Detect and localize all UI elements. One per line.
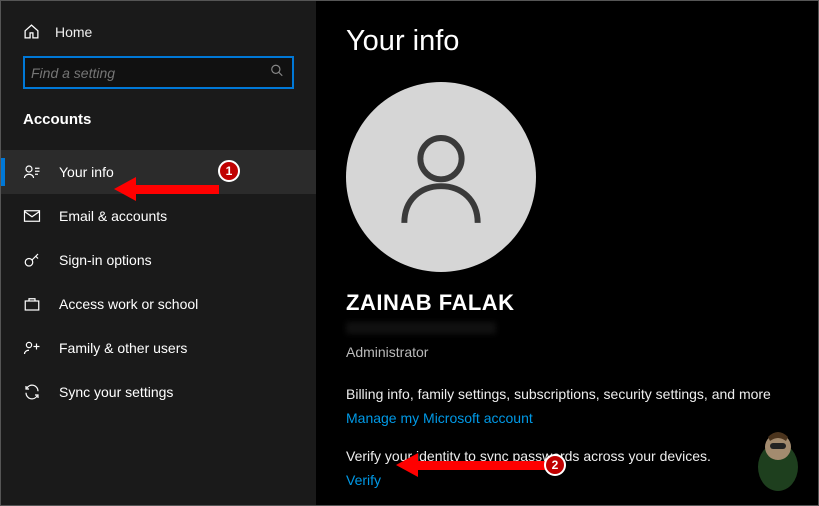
home-label: Home [55, 24, 92, 40]
user-role: Administrator [346, 344, 788, 360]
manage-account-link[interactable]: Manage my Microsoft account [346, 410, 533, 426]
sidebar-item-sync[interactable]: Sync your settings [1, 370, 316, 414]
verify-description: Verify your identity to sync passwords a… [346, 448, 788, 464]
main-content: Your info ZAINAB FALAK Administrator Bil… [316, 1, 818, 505]
sidebar-item-label: Access work or school [59, 296, 198, 312]
mascot-watermark [748, 425, 808, 495]
sidebar-item-label: Your info [59, 164, 114, 180]
email-blurred [346, 322, 496, 334]
sidebar-item-label: Email & accounts [59, 208, 167, 224]
home-button[interactable]: Home [1, 19, 316, 56]
sidebar-item-label: Sync your settings [59, 384, 173, 400]
sidebar-item-work[interactable]: Access work or school [1, 282, 316, 326]
people-icon [23, 339, 41, 357]
key-icon [23, 251, 41, 269]
home-icon [23, 23, 41, 40]
search-icon [270, 63, 284, 82]
sidebar-item-your-info[interactable]: Your info [1, 150, 316, 194]
mail-icon [23, 207, 41, 225]
sidebar-item-email[interactable]: Email & accounts [1, 194, 316, 238]
sidebar: Home Accounts Your info [1, 1, 316, 505]
sidebar-item-label: Family & other users [59, 340, 187, 356]
billing-description: Billing info, family settings, subscript… [346, 386, 788, 402]
verify-link[interactable]: Verify [346, 472, 381, 488]
username: ZAINAB FALAK [346, 290, 788, 316]
briefcase-icon [23, 295, 41, 313]
search-input[interactable] [23, 56, 294, 89]
sidebar-item-family[interactable]: Family & other users [1, 326, 316, 370]
person-detail-icon [23, 163, 41, 181]
page-title: Your info [346, 25, 788, 58]
sidebar-item-label: Sign-in options [59, 252, 152, 268]
avatar [346, 82, 536, 272]
sidebar-section-title: Accounts [1, 107, 316, 150]
sidebar-item-signin[interactable]: Sign-in options [1, 238, 316, 282]
sync-icon [23, 383, 41, 401]
